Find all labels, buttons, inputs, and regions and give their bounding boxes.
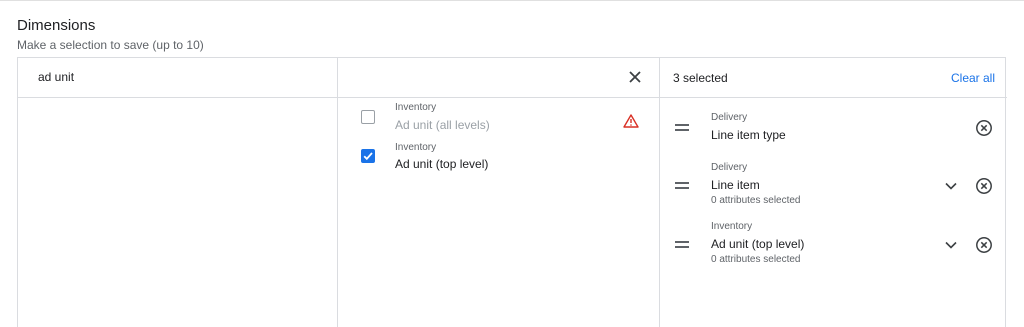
remove-icon[interactable] xyxy=(975,236,993,254)
drag-handle-icon[interactable] xyxy=(675,124,689,132)
selected-item-label: Ad unit (top level) xyxy=(711,237,805,251)
selected-header-divider xyxy=(659,97,1007,98)
check-icon xyxy=(363,152,373,161)
dimensions-header: Dimensions Make a selection to save (up … xyxy=(17,17,204,52)
section-title: Dimensions xyxy=(17,17,96,34)
result-category: Inventory xyxy=(395,142,437,153)
dimensions-panel: ad unit 3 selected Clear all Inventory A… xyxy=(17,57,1007,327)
close-icon[interactable] xyxy=(627,69,643,85)
clear-all-button[interactable]: Clear all xyxy=(951,71,995,85)
search-input[interactable]: ad unit xyxy=(38,70,74,84)
drag-handle-icon[interactable] xyxy=(675,182,689,190)
selected-item-category: Inventory xyxy=(711,221,753,232)
remove-icon[interactable] xyxy=(975,119,993,137)
selected-item-label: Line item type xyxy=(711,128,786,142)
warning-icon xyxy=(623,114,639,128)
checkbox-unchecked[interactable] xyxy=(361,110,375,124)
selected-item-attributes: 0 attributes selected xyxy=(711,254,801,265)
column-divider-left xyxy=(337,58,338,327)
chevron-down-icon[interactable] xyxy=(943,237,959,253)
chevron-down-icon[interactable] xyxy=(943,178,959,194)
selected-count: 3 selected xyxy=(673,71,728,85)
result-category: Inventory xyxy=(395,102,437,113)
selected-item-category: Delivery xyxy=(711,112,748,123)
selected-item-attributes: 0 attributes selected xyxy=(711,195,801,206)
selected-item-label: Line item xyxy=(711,178,760,192)
selected-item-category: Delivery xyxy=(711,162,748,173)
checkbox-checked[interactable] xyxy=(361,149,375,163)
column-divider-right xyxy=(659,58,660,327)
search-divider xyxy=(18,97,659,98)
result-label: Ad unit (top level) xyxy=(395,157,489,171)
top-divider xyxy=(0,0,1024,1)
remove-icon[interactable] xyxy=(975,177,993,195)
result-label: Ad unit (all levels) xyxy=(395,118,490,132)
section-subtitle: Make a selection to save (up to 10) xyxy=(17,38,204,52)
drag-handle-icon[interactable] xyxy=(675,241,689,249)
